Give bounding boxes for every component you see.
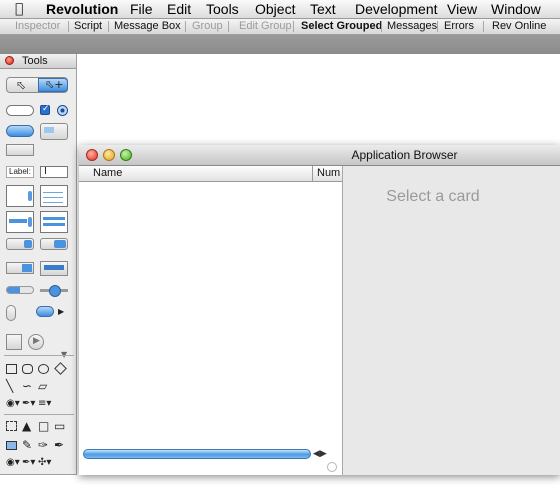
toolbar-separator [293, 21, 294, 32]
dropper-tool-icon[interactable]: ✒ [54, 439, 64, 451]
column-divider[interactable] [312, 166, 313, 181]
window-titlebar[interactable]: Application Browser [79, 145, 560, 166]
pen-color-tool-icon[interactable]: ✒▾ [22, 399, 35, 409]
menu-development[interactable]: Development [355, 1, 438, 17]
list-header: Name Num [79, 166, 342, 182]
close-button[interactable] [5, 56, 14, 65]
line-width-tool-icon[interactable]: ≡▾ [38, 399, 51, 409]
paint-fill-color-icon[interactable]: ◉▾ [6, 458, 20, 468]
menu-file[interactable]: File [130, 1, 153, 17]
slider-tool-icon[interactable] [40, 285, 68, 297]
combo-box-tool-icon[interactable] [6, 262, 34, 274]
tools-title: Tools [22, 55, 48, 67]
menu-edit[interactable]: Edit [167, 1, 191, 17]
data-grid-tool-icon[interactable] [40, 211, 68, 233]
pencil-tool-icon[interactable]: ✎ [22, 439, 32, 451]
scrollbar-tool-icon[interactable] [36, 306, 54, 317]
player-tool-icon[interactable]: ▶ [28, 334, 44, 350]
image-tool-icon[interactable] [6, 334, 22, 350]
pointer-tool-icon[interactable]: ⬁+ [38, 78, 68, 92]
window-title: Application Browser [351, 148, 458, 162]
select-card-placeholder: Select a card [386, 188, 480, 205]
irregular-polygon-tool-icon[interactable]: ▱ [38, 380, 47, 392]
rectangle-button-tool-icon[interactable] [6, 144, 34, 156]
menu-bar:  Revolution File Edit Tools Object Text… [0, 0, 560, 19]
fill-color-tool-icon[interactable]: ◉▾ [6, 399, 20, 409]
rectangle-tool-icon[interactable] [6, 364, 17, 374]
column-header-name[interactable]: Name [93, 166, 122, 181]
checkbox-tool-icon[interactable]: ✓ [40, 105, 50, 115]
little-arrows-tool-icon[interactable] [6, 305, 16, 321]
label-tool-icon[interactable]: Label: [6, 166, 34, 178]
pulldown-menu-tool-icon[interactable] [40, 238, 68, 250]
apple-icon[interactable]:  [15, 1, 23, 17]
toolbar-separator [68, 21, 69, 32]
resize-grip-icon[interactable] [327, 462, 337, 472]
paint-pen-color-icon[interactable]: ✒▾ [22, 458, 35, 468]
inspector-button[interactable]: Inspector [15, 19, 60, 34]
tools-titlebar[interactable]: Tools [0, 54, 76, 69]
script-button[interactable]: Script [74, 19, 102, 34]
bucket-tool-icon[interactable]: ▲ [22, 420, 31, 432]
scrolling-field-tool-icon[interactable] [6, 185, 34, 207]
menu-object[interactable]: Object [255, 1, 295, 17]
filled-rectangle-tool-icon[interactable] [6, 441, 17, 450]
scroll-arrows-icon[interactable]: ◀▶ [313, 449, 327, 459]
palette-divider [4, 355, 74, 356]
brush-tool-icon[interactable]: ✑ [38, 439, 48, 451]
stack-title-strip [0, 35, 560, 54]
menu-app[interactable]: Revolution [46, 1, 118, 17]
desktop-area [0, 475, 78, 493]
line-tool-icon[interactable]: ╲ [6, 380, 13, 392]
field-tool-icon[interactable]: I [40, 166, 68, 178]
option-menu-tool-icon[interactable] [40, 261, 68, 276]
spray-can-tool-icon[interactable]: □ [38, 420, 49, 432]
edit-group-button[interactable]: Edit Group [239, 19, 292, 34]
tab-button-tool-icon[interactable] [40, 123, 68, 140]
browse-tool-icon[interactable]: ⬁ [14, 79, 28, 91]
toolbar: Inspector Script Message Box Group Edit … [0, 19, 560, 35]
detail-pane: Select a card [343, 166, 560, 475]
label-tool-text: Label: [9, 167, 31, 176]
object-tree-list[interactable]: Name Num ◀▶ [79, 166, 343, 475]
toolbar-separator [185, 21, 186, 32]
eraser-tool-icon[interactable]: ▭ [54, 420, 65, 432]
toolbar-separator [381, 21, 382, 32]
rounded-rectangle-tool-icon[interactable] [22, 364, 33, 374]
progress-bar-tool-icon[interactable] [6, 286, 34, 294]
errors-button[interactable]: Errors [444, 19, 474, 34]
toolbar-separator [483, 21, 484, 32]
column-header-num[interactable]: Num [317, 166, 340, 181]
messages-button[interactable]: Messages [387, 19, 437, 34]
message-box-button[interactable]: Message Box [114, 19, 181, 34]
toolbar-separator [108, 21, 109, 32]
radio-button-tool-icon[interactable] [57, 105, 68, 116]
menu-text[interactable]: Text [310, 1, 336, 17]
toolbar-separator [228, 21, 229, 32]
field-cursor-text: I [44, 166, 47, 177]
brush-shape-icon[interactable]: ✣▾ [38, 458, 51, 468]
menu-tools[interactable]: Tools [206, 1, 239, 17]
rev-online-button[interactable]: Rev Online [492, 19, 546, 34]
rounded-button-tool-icon[interactable] [6, 105, 34, 116]
horizontal-scrollbar[interactable] [83, 449, 311, 459]
group-button[interactable]: Group [192, 19, 223, 34]
menu-view[interactable]: View [447, 1, 477, 17]
list-field-tool-icon[interactable] [6, 211, 34, 233]
scrollbar-arrow-icon: ▶ [58, 307, 65, 316]
tools-palette: Tools ⬁ ⬁+ ✓ Label: I ▶ ▶ ▼ ╲ ∽ ▱ ◉▾ ✒▾ … [0, 54, 77, 475]
default-button-tool-icon[interactable] [6, 125, 34, 137]
curve-tool-icon[interactable]: ∽ [22, 380, 32, 392]
table-field-tool-icon[interactable] [40, 185, 68, 207]
oval-tool-icon[interactable] [38, 364, 49, 374]
palette-divider [4, 414, 74, 415]
toolbar-separator [437, 21, 438, 32]
popup-menu-tool-icon[interactable] [6, 238, 34, 250]
polygon-tool-icon[interactable] [54, 362, 67, 375]
select-grouped-button[interactable]: Select Grouped [301, 19, 382, 34]
select-tool-icon[interactable] [6, 421, 17, 431]
menu-window[interactable]: Window [491, 1, 541, 17]
application-browser-window: Application Browser Name Num ◀▶ Select a… [79, 145, 560, 475]
